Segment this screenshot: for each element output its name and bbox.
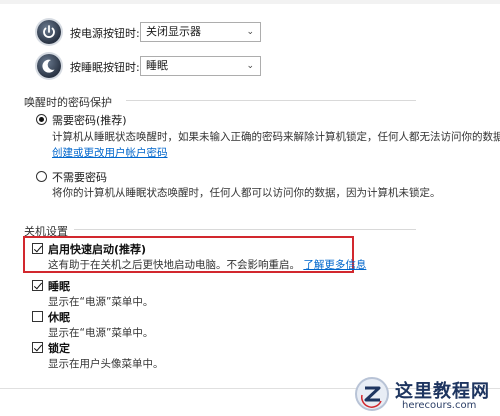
sleep-checkbox[interactable] (32, 280, 43, 291)
no-password-radio[interactable] (36, 171, 47, 182)
lock-desc: 显示在用户头像菜单中。 (48, 358, 164, 370)
sleep-button-label: 按睡眠按钮时: (70, 61, 140, 74)
watermark-url: herecours.com (402, 400, 477, 411)
fast-startup-desc: 这有助于在关机之后更快地启动电脑。不会影响重启。 了解更多信息 (48, 257, 366, 272)
power-button-value: 关闭显示器 (146, 25, 201, 38)
learn-more-link[interactable]: 了解更多信息 (303, 259, 366, 271)
sleep-button-select[interactable]: 睡眠 ⌄ (140, 56, 261, 76)
sleep-desc: 显示在“电源”菜单中。 (48, 296, 154, 308)
sleep-button-value: 睡眠 (146, 59, 168, 72)
section-divider (126, 100, 416, 101)
section-divider (74, 229, 416, 230)
hibernate-checkbox[interactable] (32, 311, 43, 322)
fast-startup-label: 启用快速启动(推荐) (48, 243, 147, 256)
sleep-label: 睡眠 (48, 280, 70, 293)
require-password-desc: 计算机从睡眠状态唤醒时，如果未输入正确的密码来解除计算机锁定，任何人都无法访问你… (52, 131, 500, 143)
top-divider (0, 0, 500, 4)
hibernate-desc: 显示在“电源”菜单中。 (48, 327, 154, 339)
lock-label: 锁定 (48, 342, 70, 355)
power-icon (37, 20, 61, 44)
require-password-radio[interactable] (36, 114, 47, 125)
power-button-select[interactable]: 关闭显示器 ⌄ (140, 22, 261, 42)
power-button-label: 按电源按钮时: (70, 27, 140, 40)
moon-icon (37, 54, 61, 78)
hibernate-label: 休眠 (48, 311, 70, 324)
no-password-desc: 将你的计算机从睡眠状态唤醒时，任何人都可以访问你的数据，因为计算机未锁定。 (52, 187, 441, 199)
change-password-link[interactable]: 创建或更改用户帐户密码 (52, 145, 168, 160)
no-password-label: 不需要密码 (52, 171, 107, 184)
chevron-down-icon: ⌄ (246, 61, 254, 71)
require-password-label: 需要密码(推荐) (52, 114, 127, 127)
watermark-logo-icon (355, 377, 389, 411)
lock-checkbox[interactable] (32, 342, 43, 353)
fast-startup-checkbox[interactable] (32, 243, 43, 254)
chevron-down-icon: ⌄ (246, 27, 254, 37)
wake-password-title: 唤醒时的密码保护 (24, 96, 112, 109)
fast-startup-desc-text: 这有助于在关机之后更快地启动电脑。不会影响重启。 (48, 259, 300, 271)
